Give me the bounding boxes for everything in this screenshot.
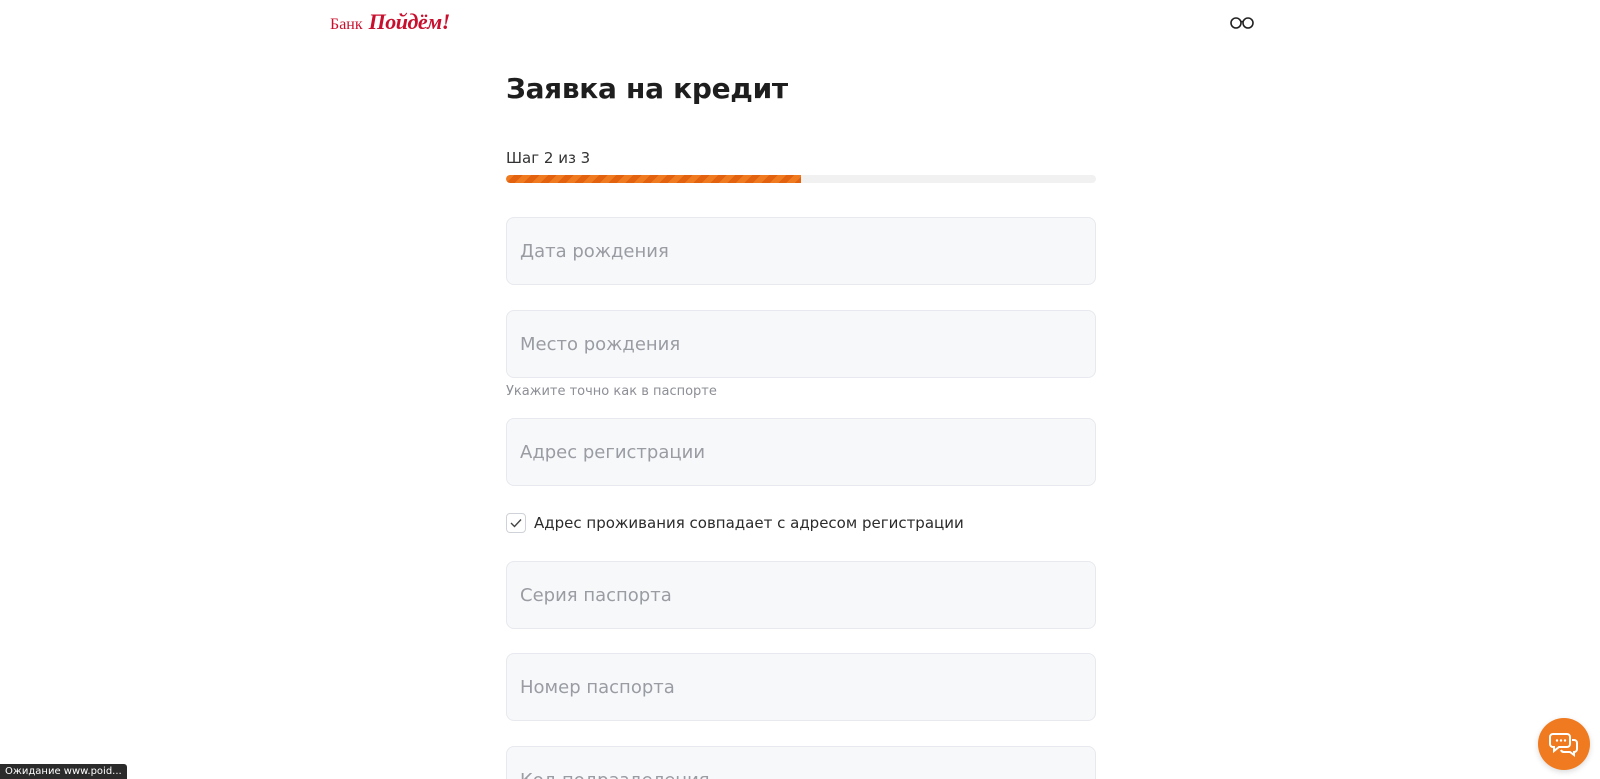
passport-series-field[interactable]	[506, 561, 1096, 629]
browser-status-bar: Ожидание www.poid...	[0, 764, 127, 779]
passport-series-input[interactable]	[507, 562, 1095, 628]
division-code-field[interactable]	[506, 746, 1096, 779]
bank-logo[interactable]: Банк Пойдём!	[330, 9, 450, 35]
checkmark-icon	[510, 519, 522, 528]
logo-bank-text: Банк	[330, 16, 363, 33]
passport-number-input[interactable]	[507, 654, 1095, 720]
checkbox-box[interactable]	[506, 513, 526, 533]
birth-date-field[interactable]	[506, 217, 1096, 285]
same-address-checkbox[interactable]: Адрес проживания совпадает с адресом рег…	[506, 513, 964, 533]
passport-number-field[interactable]	[506, 653, 1096, 721]
progress-bar	[506, 175, 1096, 183]
birth-place-field[interactable]	[506, 310, 1096, 378]
birth-place-hint: Укажите точно как в паспорте	[506, 384, 717, 399]
progress-fill	[506, 175, 801, 183]
page: Банк Пойдём! Заявка на кредит Шаг 2 из 3…	[0, 0, 1600, 779]
page-title: Заявка на кредит	[506, 72, 788, 105]
same-address-label: Адрес проживания совпадает с адресом рег…	[534, 514, 964, 532]
logo-script-text: Пойдём!	[368, 9, 451, 34]
chat-button[interactable]	[1538, 718, 1590, 770]
glasses-icon[interactable]	[1229, 14, 1255, 32]
birth-date-input[interactable]	[507, 218, 1095, 284]
registration-address-input[interactable]	[507, 419, 1095, 485]
division-code-input[interactable]	[507, 747, 1095, 779]
birth-place-input[interactable]	[507, 311, 1095, 377]
chat-bubbles-icon	[1549, 733, 1578, 757]
step-indicator: Шаг 2 из 3	[506, 149, 591, 167]
registration-address-field[interactable]	[506, 418, 1096, 486]
